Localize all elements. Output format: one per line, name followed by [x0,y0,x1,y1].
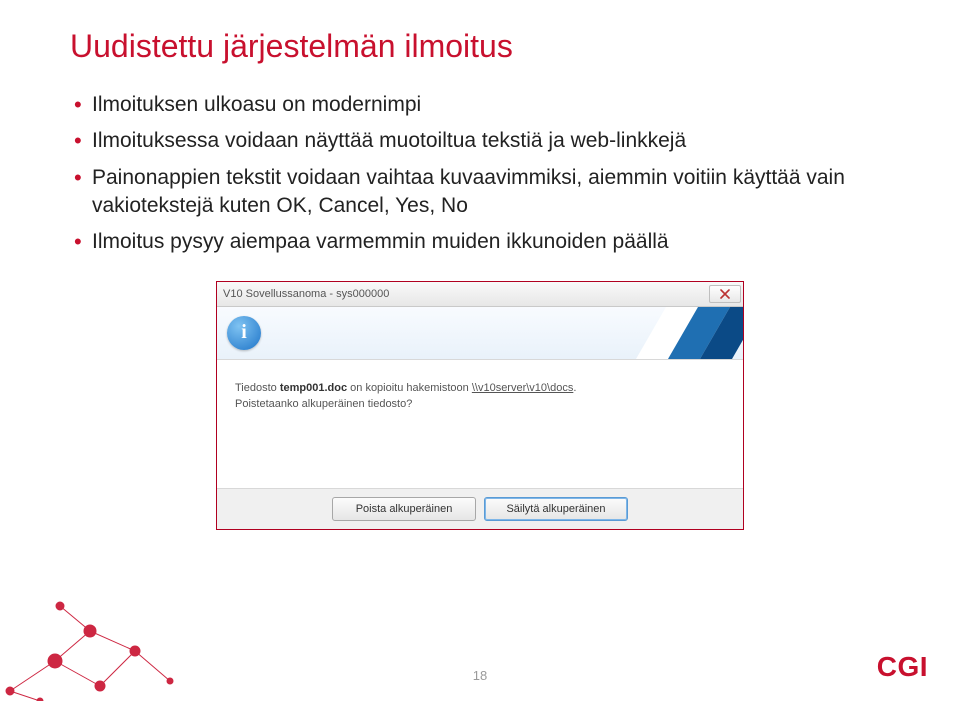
msg-prefix: Tiedosto [235,382,280,394]
dialog-message-line1: Tiedosto temp001.doc on kopioitu hakemis… [235,382,725,394]
dialog-banner: i [217,307,743,360]
dialog-screenshot: V10 Sovellussanoma - sys000000 i Tiedost… [216,281,744,530]
cgi-logo: CGI [877,651,928,683]
banner-decoration [633,307,743,359]
bullet-list: Ilmoituksen ulkoasu on modernimpi Ilmoit… [70,91,890,257]
dialog-body: Tiedosto temp001.doc on kopioitu hakemis… [217,360,743,488]
bullet-item: Ilmoituksen ulkoasu on modernimpi [70,91,890,119]
bullet-item: Ilmoitus pysyy aiempaa varmemmin muiden … [70,228,890,256]
close-icon [720,289,730,299]
msg-middle: on kopioitu hakemistoon [347,382,472,394]
bullet-item: Ilmoituksessa voidaan näyttää muotoiltua… [70,127,890,155]
secondary-button[interactable]: Säilytä alkuperäinen [484,497,628,521]
close-button[interactable] [709,285,741,303]
dialog-button-bar: Poista alkuperäinen Säilytä alkuperäinen [217,488,743,529]
dialog-titlebar: V10 Sovellussanoma - sys000000 [217,282,743,307]
bullet-item: Painonappien tekstit voidaan vaihtaa kuv… [70,164,890,221]
info-icon: i [227,316,261,350]
slide-title: Uudistettu järjestelmän ilmoitus [70,28,890,65]
primary-button[interactable]: Poista alkuperäinen [332,497,476,521]
dialog-message-line2: Poistetaanko alkuperäinen tiedosto? [235,398,725,410]
dialog-title-text: V10 Sovellussanoma - sys000000 [223,288,709,300]
msg-path-link[interactable]: \\v10server\v10\docs [472,382,574,394]
msg-filename: temp001.doc [280,382,347,394]
network-decoration-icon [0,591,210,701]
msg-suffix: . [573,382,576,394]
